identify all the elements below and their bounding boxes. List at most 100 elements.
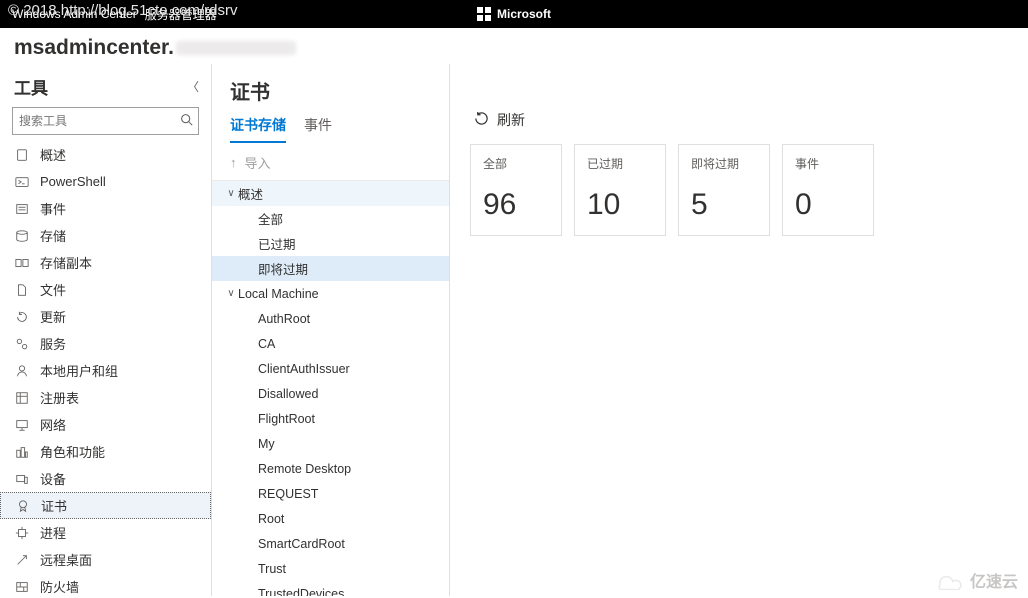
sidebar-item-服务[interactable]: 服务 xyxy=(0,330,211,357)
tree-node-label: AuthRoot xyxy=(258,312,310,326)
card-label: 事件 xyxy=(795,155,861,172)
sidebar-item-label: 概述 xyxy=(40,145,66,164)
sidebar-item-远程桌面[interactable]: 远程桌面 xyxy=(0,546,211,573)
tree-node-Remote Desktop[interactable]: Remote Desktop xyxy=(212,456,449,481)
cert-store-tree[interactable]: ∨概述全部已过期即将过期∨Local MachineAuthRootCAClie… xyxy=(212,180,449,596)
tree-node-TrustedDevices[interactable]: TrustedDevices xyxy=(212,581,449,596)
sidebar-item-PowerShell[interactable]: PowerShell xyxy=(0,168,211,195)
tree-node-label: SmartCardRoot xyxy=(258,537,345,551)
sidebar-item-label: 注册表 xyxy=(40,388,79,407)
sidebar-item-角色和功能[interactable]: 角色和功能 xyxy=(0,438,211,465)
sidebar-item-更新[interactable]: 更新 xyxy=(0,303,211,330)
import-button[interactable]: ↑ 导入 xyxy=(212,143,449,180)
tree-node-label: CA xyxy=(258,337,275,351)
sidebar-item-概述[interactable]: 概述 xyxy=(0,141,211,168)
tree-node-label: My xyxy=(258,437,275,451)
tabs: 证书存储事件 xyxy=(212,115,449,143)
devices-icon xyxy=(14,471,30,487)
tree-node-CA[interactable]: CA xyxy=(212,331,449,356)
sidebar-item-label: PowerShell xyxy=(40,174,106,189)
tab-事件[interactable]: 事件 xyxy=(304,115,332,143)
search-input[interactable] xyxy=(12,107,199,135)
tree-node-Trust[interactable]: Trust xyxy=(212,556,449,581)
search-wrap xyxy=(12,107,199,135)
tree-node-label: 已过期 xyxy=(258,234,296,253)
tree-node-全部[interactable]: 全部 xyxy=(212,206,449,231)
tree-node-概述[interactable]: ∨概述 xyxy=(212,181,449,206)
card-value: 5 xyxy=(691,188,757,222)
tree-node-已过期[interactable]: 已过期 xyxy=(212,231,449,256)
storage-replica-icon xyxy=(14,255,30,271)
sidebar-item-注册表[interactable]: 注册表 xyxy=(0,384,211,411)
sidebar-item-防火墙[interactable]: 防火墙 xyxy=(0,573,211,596)
tree-node-label: ClientAuthIssuer xyxy=(258,362,350,376)
tree-node-Local Machine[interactable]: ∨Local Machine xyxy=(212,281,449,306)
overview-icon xyxy=(14,147,30,163)
sidebar-item-网络[interactable]: 网络 xyxy=(0,411,211,438)
sidebar-item-存储[interactable]: 存储 xyxy=(0,222,211,249)
tree-node-label: 即将过期 xyxy=(258,259,308,278)
product-name: Windows Admin Center xyxy=(12,7,137,21)
breadcrumb: msadmincenter. xyxy=(0,28,1028,64)
summary-card-即将过期[interactable]: 即将过期5 xyxy=(678,144,770,236)
powershell-icon xyxy=(14,174,30,190)
chevron-down-icon: ∨ xyxy=(224,188,238,199)
network-icon xyxy=(14,417,30,433)
tree-node-label: 全部 xyxy=(258,209,283,228)
summary-cards: 全部96 已过期 10 即将过期5事件0 xyxy=(470,144,1008,236)
collapse-sidebar-icon[interactable]: 〈 xyxy=(187,78,199,95)
tree-node-SmartCardRoot[interactable]: SmartCardRoot xyxy=(212,531,449,556)
sidebar-item-label: 更新 xyxy=(40,307,66,326)
services-icon xyxy=(14,336,30,352)
tree-node-ClientAuthIssuer[interactable]: ClientAuthIssuer xyxy=(212,356,449,381)
sidebar-item-label: 存储副本 xyxy=(40,253,92,272)
tree-node-即将过期[interactable]: 即将过期 xyxy=(212,256,449,281)
refresh-button[interactable]: 刷新 xyxy=(474,110,1008,130)
tree-node-label: TrustedDevices xyxy=(258,587,344,597)
brand-label: Microsoft xyxy=(497,7,551,21)
tab-证书存储[interactable]: 证书存储 xyxy=(230,115,286,143)
chevron-down-icon: ∨ xyxy=(224,288,238,299)
sidebar-item-进程[interactable]: 进程 xyxy=(0,519,211,546)
tree-node-label: Root xyxy=(258,512,284,526)
tree-node-Disallowed[interactable]: Disallowed xyxy=(212,381,449,406)
summary-card-事件[interactable]: 事件0 xyxy=(782,144,874,236)
sidebar-item-label: 设备 xyxy=(40,469,66,488)
tree-node-Root[interactable]: Root xyxy=(212,506,449,531)
sidebar-item-存储副本[interactable]: 存储副本 xyxy=(0,249,211,276)
sidebar-item-事件[interactable]: 事件 xyxy=(0,195,211,222)
tree-node-label: Local Machine xyxy=(238,287,319,301)
summary-card-全部[interactable]: 全部96 xyxy=(470,144,562,236)
rdp-icon xyxy=(14,552,30,568)
tree-node-REQUEST[interactable]: REQUEST xyxy=(212,481,449,506)
card-label: 已过期 xyxy=(587,155,653,172)
host-name[interactable]: msadmincenter. xyxy=(14,36,174,60)
sidebar-item-label: 远程桌面 xyxy=(40,550,92,569)
files-icon xyxy=(14,282,30,298)
top-bar: Windows Admin Center 服务器管理器 Microsoft xyxy=(0,0,1028,28)
users-icon xyxy=(14,363,30,379)
tree-node-label: Remote Desktop xyxy=(258,462,351,476)
roles-icon xyxy=(14,444,30,460)
sidebar-title: 工具 xyxy=(14,74,48,99)
search-icon[interactable] xyxy=(180,113,193,129)
firewall-icon xyxy=(14,579,30,595)
watermark-bottom: 亿速云 xyxy=(932,568,1018,592)
tree-node-My[interactable]: My xyxy=(212,431,449,456)
storage-icon xyxy=(14,228,30,244)
sidebar-item-本地用户和组[interactable]: 本地用户和组 xyxy=(0,357,211,384)
refresh-icon xyxy=(474,111,489,129)
tools-sidebar: 工具 〈 概述 PowerShell 事件存储存储副本文件更新服务本地用户和组注册表… xyxy=(0,64,212,596)
detail-panel: 证书 证书存储事件 ↑ 导入 ∨概述全部已过期即将过期∨Local Machin… xyxy=(212,64,450,596)
events-icon xyxy=(14,201,30,217)
card-value: 10 xyxy=(587,188,653,222)
sidebar-item-label: 网络 xyxy=(40,415,66,434)
summary-card-已过期[interactable]: 已过期 10 xyxy=(574,144,666,236)
main-content: 刷新 全部96 已过期 10 即将过期5事件0 xyxy=(450,64,1028,596)
tree-node-label: Disallowed xyxy=(258,387,318,401)
sidebar-item-证书[interactable]: 证书 xyxy=(0,492,211,519)
tree-node-AuthRoot[interactable]: AuthRoot xyxy=(212,306,449,331)
tree-node-FlightRoot[interactable]: FlightRoot xyxy=(212,406,449,431)
sidebar-item-文件[interactable]: 文件 xyxy=(0,276,211,303)
sidebar-item-设备[interactable]: 设备 xyxy=(0,465,211,492)
